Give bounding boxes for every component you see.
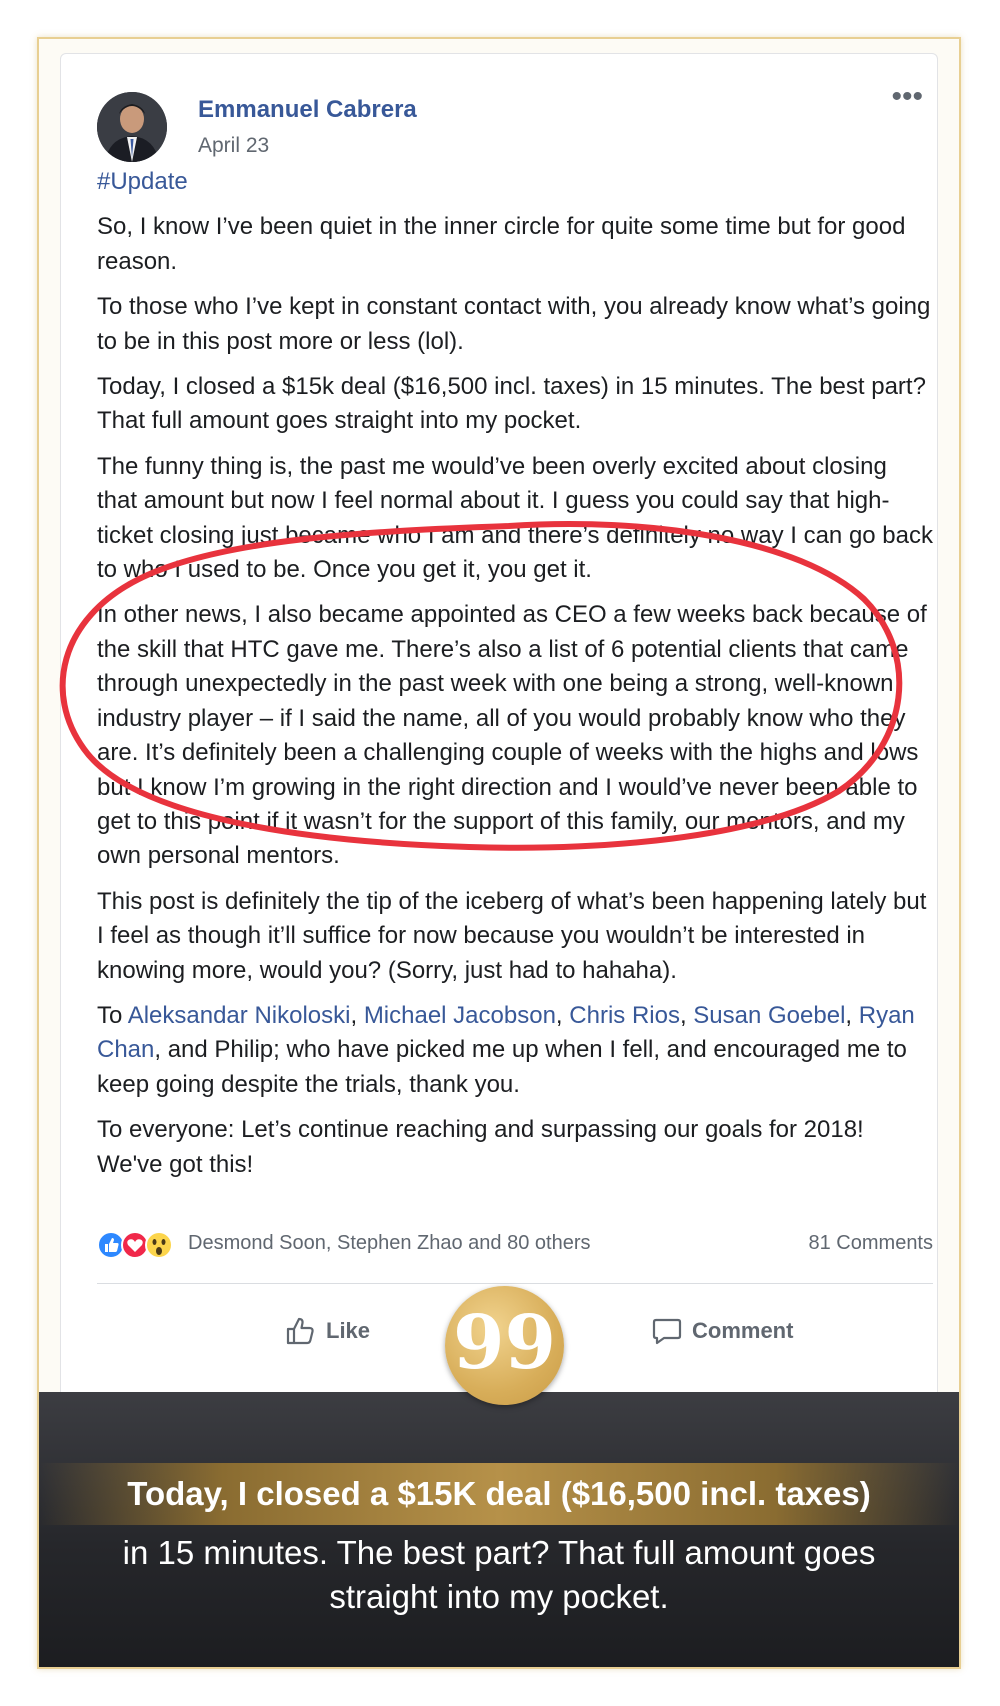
thanks-prefix: To [97, 1001, 128, 1029]
profile-photo [97, 92, 167, 162]
closing-paragraph: To everyone: Let’s continue reaching and… [97, 1116, 864, 1178]
banner-subline: in 15 minutes. The best part? That full … [122, 1534, 876, 1615]
separator: , [679, 1001, 694, 1029]
post-paragraph: So, I know I’ve been quiet in the inner … [97, 213, 906, 275]
thanks-suffix: , and Philip; who have picked me up when… [97, 1036, 907, 1098]
comments-count[interactable]: 81 Comments [809, 1232, 934, 1255]
mention-link[interactable]: Chris Rios [569, 1002, 680, 1029]
comment-icon [652, 1318, 682, 1345]
banner-headline: Today, I closed a $15K deal ($16,500 inc… [127, 1475, 871, 1512]
author-name[interactable]: Emmanuel Cabrera [198, 96, 417, 124]
divider [97, 1283, 933, 1284]
wow-icon [145, 1231, 173, 1259]
post-body: #Update So, I know I’ve been quiet in th… [97, 165, 933, 1193]
reactions-bar[interactable]: Desmond Soon, Stephen Zhao and 80 others… [97, 1228, 933, 1262]
post-paragraph-highlighted: In other news, I also became appointed a… [97, 601, 927, 870]
quote-icon: 99 [453, 1300, 556, 1386]
quote-badge: 99 [445, 1286, 564, 1405]
reaction-icons[interactable] [97, 1230, 193, 1260]
post-paragraph: Today, I closed a $15k deal ($16,500 inc… [97, 373, 926, 435]
reactions-summary[interactable]: Desmond Soon, Stephen Zhao and 80 others [188, 1232, 591, 1255]
avatar[interactable] [97, 92, 167, 162]
comment-button[interactable]: Comment [651, 1314, 793, 1348]
comment-label: Comment [692, 1318, 794, 1343]
post-date[interactable]: April 23 [198, 134, 269, 158]
post-paragraph: To those who I’ve kept in constant conta… [97, 293, 931, 355]
post-paragraph: The funny thing is, the past me would’ve… [97, 452, 934, 584]
thumbs-up-icon [286, 1317, 314, 1345]
like-icon [97, 1231, 125, 1259]
thanks-paragraph: To Aleksandar Nikoloski, Michael Jacobso… [97, 999, 933, 1102]
mention-link[interactable]: Michael Jacobson [364, 1002, 556, 1029]
more-options-icon[interactable]: ••• [891, 82, 923, 112]
love-icon [121, 1231, 149, 1259]
like-label: Like [326, 1318, 371, 1343]
like-button[interactable]: Like [285, 1314, 370, 1348]
hashtag-link[interactable]: #Update [97, 168, 188, 195]
separator: , [845, 1001, 859, 1029]
mention-link[interactable]: Aleksandar Nikoloski [128, 1002, 351, 1029]
separator: , [555, 1001, 570, 1029]
separator: , [350, 1001, 364, 1029]
page-frame: Emmanuel Cabrera April 23 ••• #Update So… [37, 37, 961, 1669]
mention-link[interactable]: Susan Goebel [693, 1002, 845, 1029]
post-paragraph: This post is definitely the tip of the i… [97, 887, 927, 984]
